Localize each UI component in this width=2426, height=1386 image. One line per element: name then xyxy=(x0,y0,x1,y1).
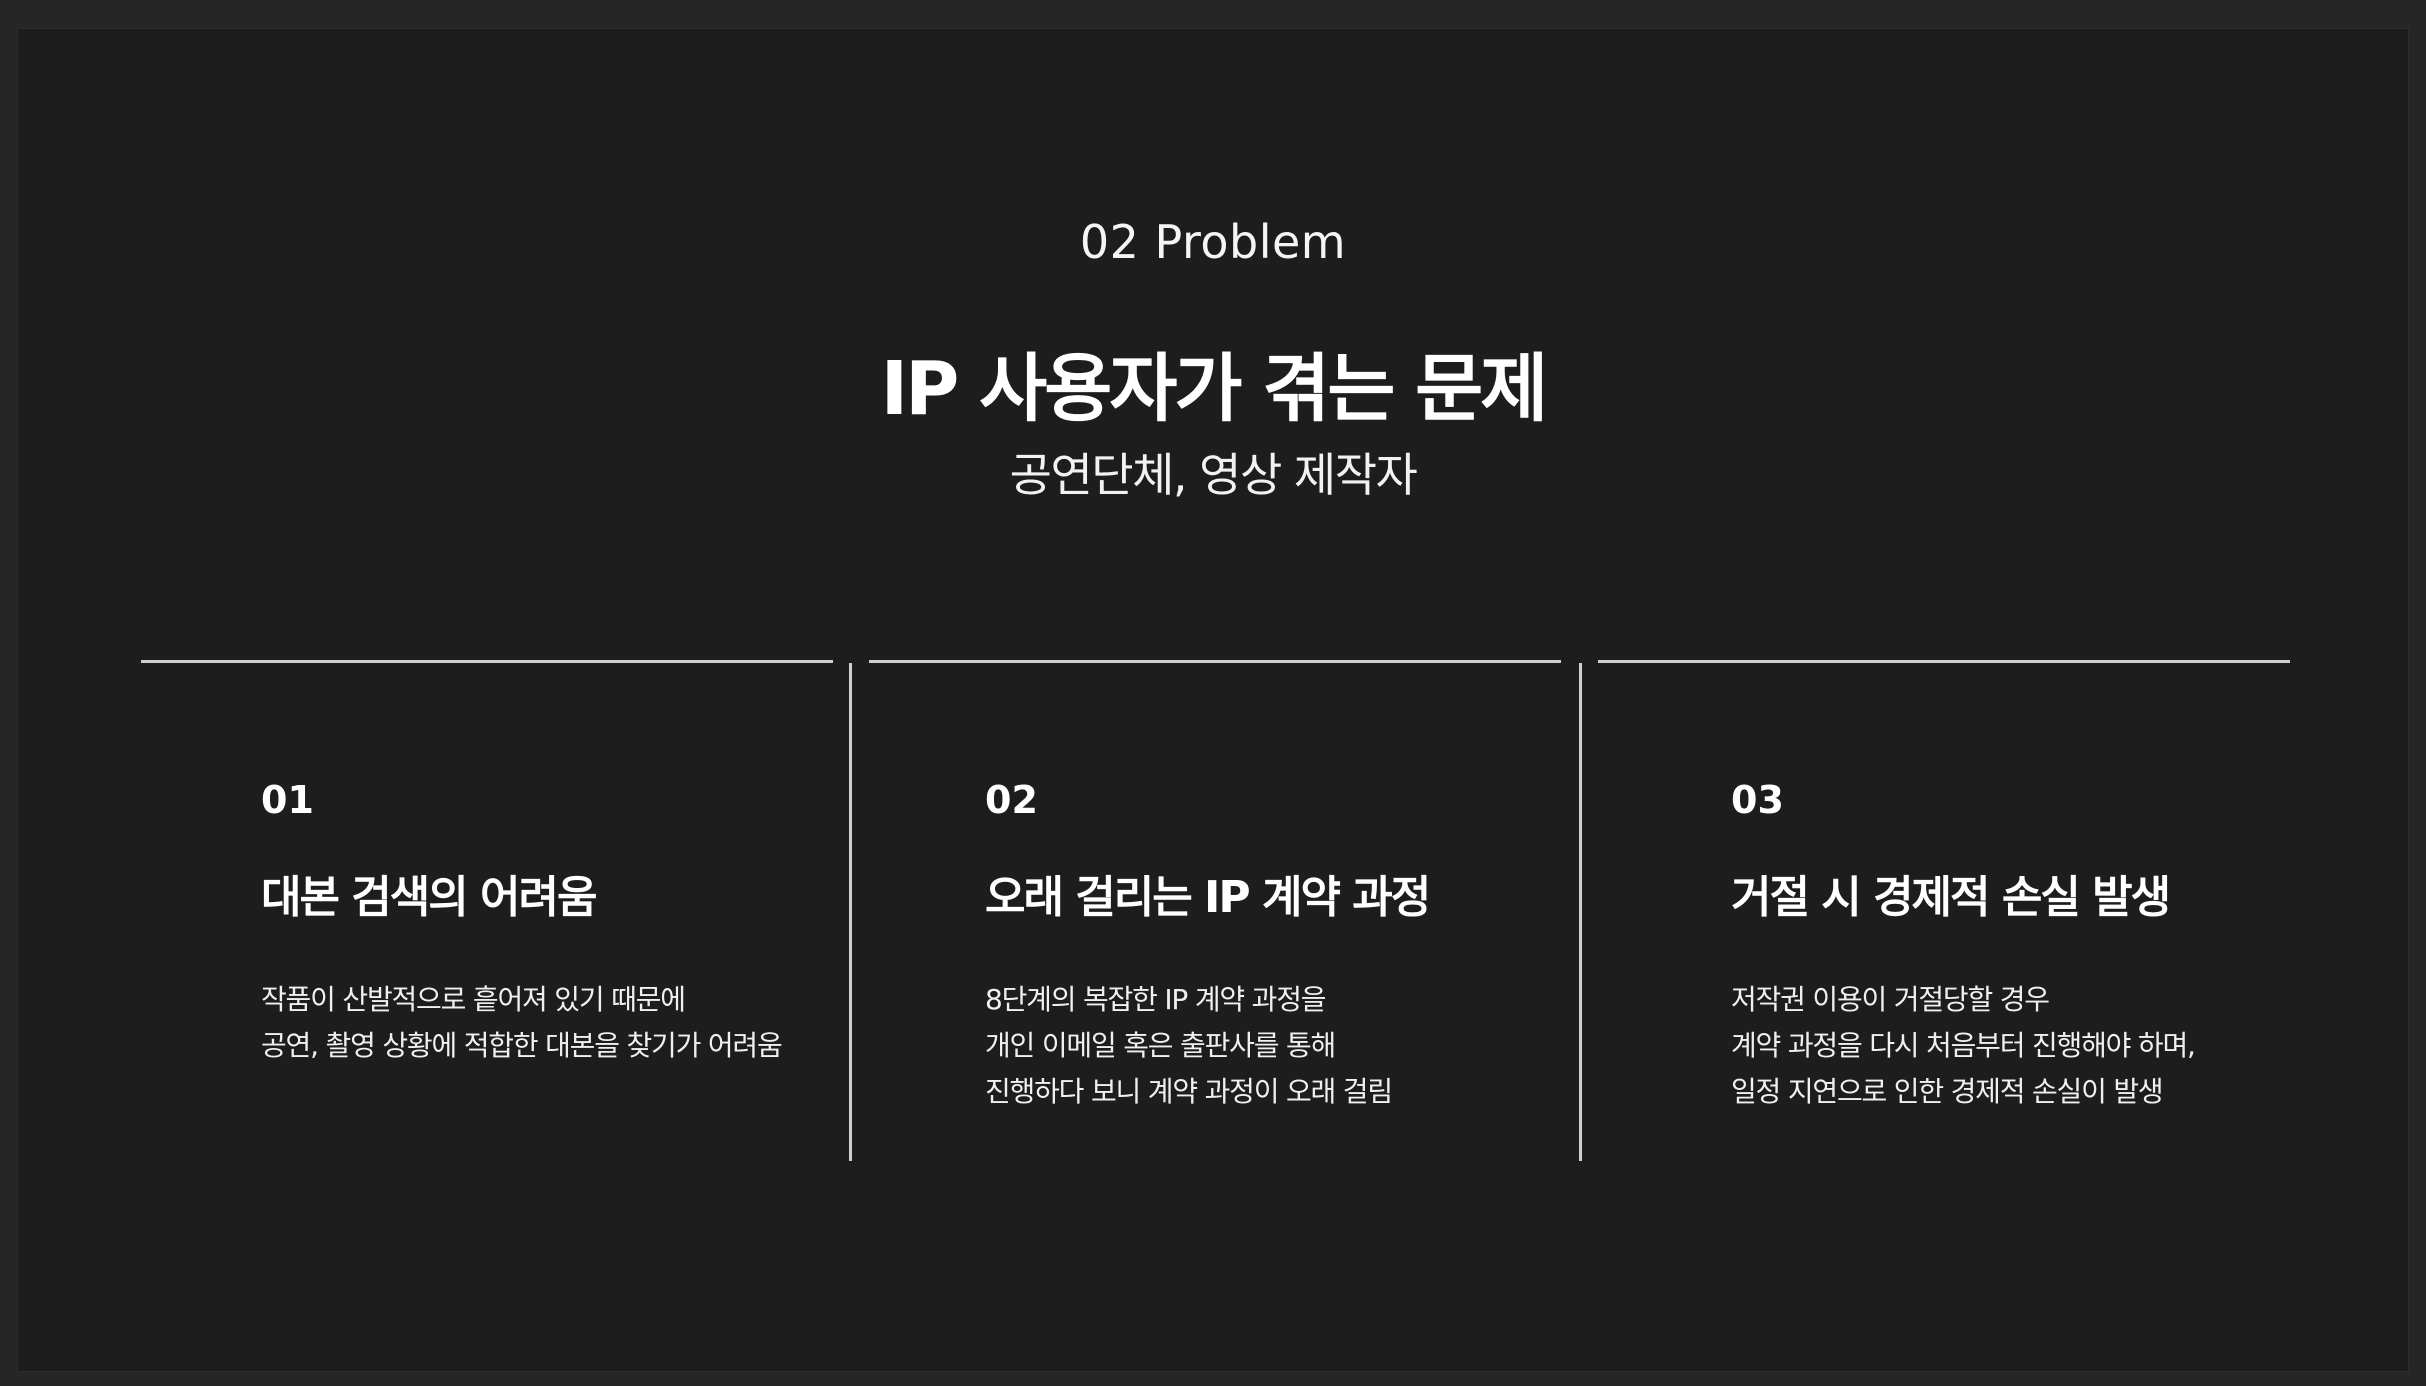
card-description-line: 8단계의 복잡한 IP 계약 과정을 xyxy=(985,983,1327,1016)
card-description-line: 저작권 이용이 거절당할 경우 xyxy=(1731,983,2050,1016)
problem-slide: 02 Problem IP 사용자가 겪는 문제 공연단체, 영상 제작자 01… xyxy=(17,28,2409,1372)
section-label: 02 Problem xyxy=(1079,215,1347,269)
column-divider-1 xyxy=(849,663,852,1161)
page-title: IP 사용자가 겪는 문제 xyxy=(880,346,1549,432)
card-heading: 오래 걸리는 IP 계약 과정 xyxy=(985,872,1431,923)
card-number: 02 xyxy=(985,778,1038,822)
card-description-line: 작품이 산발적으로 흩어져 있기 때문에 xyxy=(261,983,686,1016)
card-number: 03 xyxy=(1731,778,1784,822)
card-heading: 거절 시 경제적 손실 발생 xyxy=(1731,872,2171,923)
card-description: 저작권 이용이 거절당할 경우 계약 과정을 다시 처음부터 진행해야 하며, … xyxy=(1731,977,2196,1115)
column-divider-2 xyxy=(1579,663,1582,1161)
page-subtitle: 공연단체, 영상 제작자 xyxy=(1009,448,1418,502)
card-description: 작품이 산발적으로 흩어져 있기 때문에 공연, 촬영 상황에 적합한 대본을 … xyxy=(261,977,783,1069)
card-description-line: 계약 과정을 다시 처음부터 진행해야 하며, xyxy=(1731,1029,2196,1062)
card-description: 8단계의 복잡한 IP 계약 과정을 개인 이메일 혹은 출판사를 통해 진행하… xyxy=(985,977,1393,1115)
card-2-top-rule xyxy=(869,660,1561,663)
card-number: 01 xyxy=(261,778,314,822)
card-3-top-rule xyxy=(1598,660,2290,663)
card-description-line: 일정 지연으로 인한 경제적 손실이 발생 xyxy=(1731,1075,2164,1108)
card-heading: 대본 검색의 어려움 xyxy=(261,872,597,923)
card-description-line: 개인 이메일 혹은 출판사를 통해 xyxy=(985,1029,1336,1062)
card-1-top-rule xyxy=(141,660,833,663)
card-description-line: 진행하다 보니 계약 과정이 오래 걸림 xyxy=(985,1075,1393,1108)
card-description-line: 공연, 촬영 상황에 적합한 대본을 찾기가 어려움 xyxy=(261,1029,783,1062)
